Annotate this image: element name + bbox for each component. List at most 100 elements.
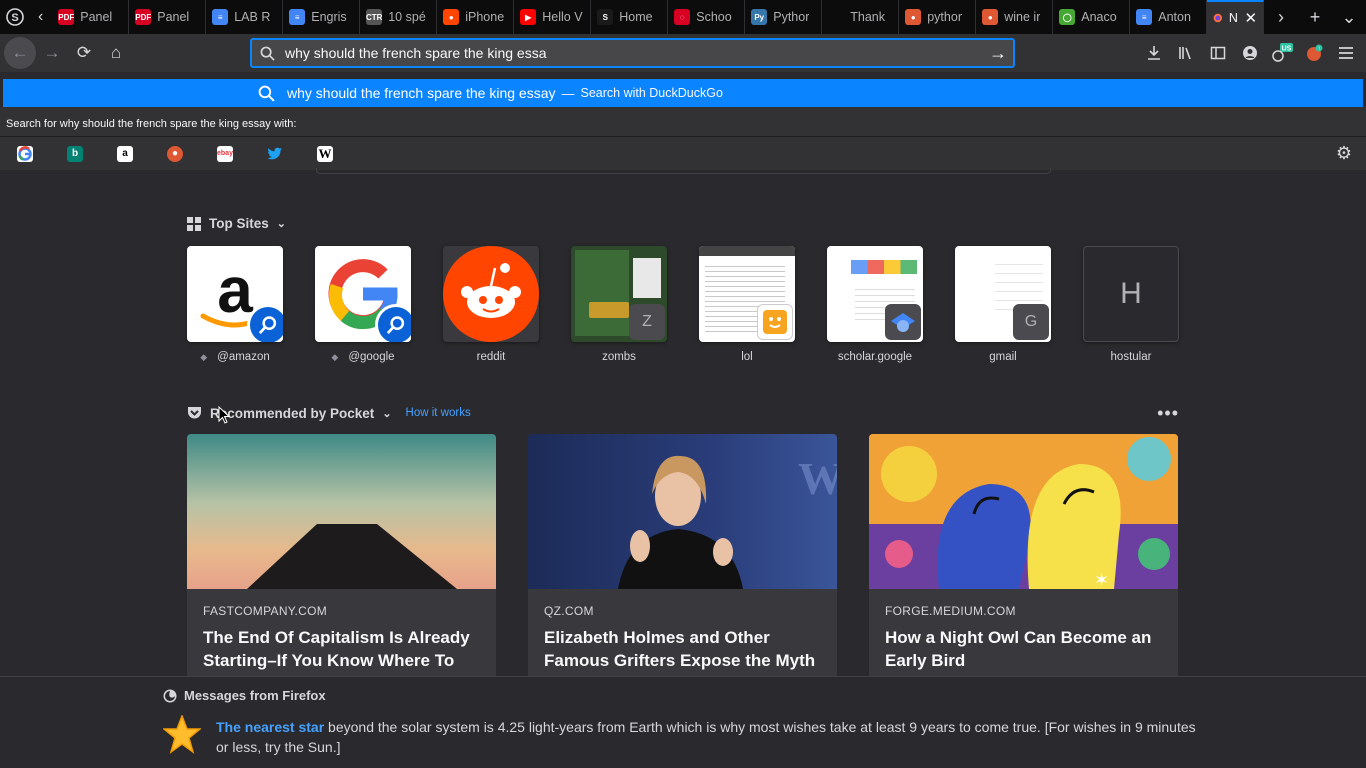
top-sites-header[interactable]: Top Sites ⌄ <box>187 216 286 231</box>
tab-scroll-right-button[interactable]: › <box>1264 0 1298 34</box>
downloads-icon[interactable] <box>1138 37 1170 69</box>
tab-item[interactable]: ≡ Anton <box>1130 0 1208 34</box>
zombs-tile[interactable]: Z <box>571 246 667 342</box>
nearest-star-link[interactable]: The nearest star <box>216 719 324 735</box>
twitter-engine-icon[interactable] <box>267 146 283 162</box>
amazon-engine-icon[interactable]: a <box>117 145 133 162</box>
pocket-card-1[interactable]: FASTCOMPANY.COM The End Of Capitalism Is… <box>187 434 496 694</box>
tab-new-tab[interactable]: Ne ✕ <box>1207 0 1265 34</box>
tab-strip: S ‹ PDF Panel PDF Panel ≡ LAB R ≡ Engris CTR 10 s… <box>0 0 1366 34</box>
pdf-icon: PDF <box>135 9 152 25</box>
amazon-tile[interactable]: a <box>187 246 283 342</box>
tab-item[interactable]: ● wine ir <box>976 0 1054 34</box>
pinned-tab-schoology[interactable]: S <box>0 0 29 34</box>
message-text: The nearest star beyond the solar system… <box>216 717 1206 757</box>
google-tile[interactable] <box>315 246 411 342</box>
scholar-cap-icon <box>885 304 921 340</box>
tab-scroll-left-button[interactable]: ‹ <box>29 0 52 34</box>
lol-tile[interactable] <box>699 246 795 342</box>
hostular-tile[interactable]: H <box>1083 246 1179 342</box>
card-source: FORGE.MEDIUM.COM <box>885 604 1016 618</box>
one-off-search-label: Search for why should the french spare t… <box>0 114 1366 136</box>
tab-item[interactable]: ● iPhone <box>437 0 515 34</box>
tab-item[interactable]: ● pythor <box>899 0 977 34</box>
top-site-hostular[interactable]: H hostular <box>1083 246 1179 363</box>
tab-item[interactable]: ≡ LAB R <box>206 0 284 34</box>
library-icon[interactable] <box>1170 37 1202 69</box>
tab-item[interactable]: ◯ Anaco <box>1053 0 1131 34</box>
how-it-works-link[interactable]: How it works <box>406 407 471 419</box>
card-image: ✶ <box>869 434 1178 589</box>
tab-item[interactable]: S Home <box>591 0 669 34</box>
more-options-icon[interactable]: ••• <box>1157 403 1179 424</box>
tab-item[interactable]: Py Pythor <box>745 0 823 34</box>
pocket-cards: FASTCOMPANY.COM The End Of Capitalism Is… <box>187 434 1178 694</box>
wikipedia-engine-icon[interactable]: W <box>317 145 333 162</box>
gmail-tile[interactable]: G <box>955 246 1051 342</box>
pin-icon: ◆ <box>200 351 208 362</box>
chevron-down-icon[interactable]: ⌄ <box>382 407 391 420</box>
sidebar-icon[interactable] <box>1202 37 1234 69</box>
pdf-icon: PDF <box>58 9 75 25</box>
tab-item[interactable]: ▶ Hello V <box>514 0 592 34</box>
tab-label: Schoo <box>696 10 732 24</box>
chevron-down-icon[interactable]: ⌄ <box>277 217 286 230</box>
url-bar[interactable]: → <box>250 38 1015 68</box>
hamburger-menu-icon[interactable] <box>1330 37 1362 69</box>
search-shortcut-icon <box>375 304 411 342</box>
card-source: QZ.COM <box>544 604 594 618</box>
search-icon <box>258 85 275 102</box>
top-site-google[interactable]: ◆ @google <box>315 246 411 363</box>
ebay-engine-icon[interactable]: ebay <box>217 145 233 162</box>
scholar-google-tile[interactable] <box>827 246 923 342</box>
bing-engine-icon[interactable]: b <box>67 145 83 162</box>
search-suggestion-row[interactable]: why should the french spare the king ess… <box>3 79 1363 107</box>
svg-text:WS: WS <box>798 453 837 504</box>
top-sites-grid: a ◆ @amazon ◆ @google reddit Z zombs lol… <box>187 246 1179 363</box>
top-site-amazon[interactable]: a ◆ @amazon <box>187 246 283 363</box>
pocket-icon <box>188 407 201 419</box>
svg-text:↑: ↑ <box>1318 46 1321 52</box>
reddit-icon: ● <box>443 9 460 25</box>
tab-label: Hello V <box>542 10 583 24</box>
tab-label: Panel <box>80 10 113 24</box>
tab-item[interactable]: ≡ Engris <box>283 0 361 34</box>
tab-label: Pythor <box>773 10 810 24</box>
top-site-zombs[interactable]: Z zombs <box>571 246 667 363</box>
forward-button[interactable]: → <box>36 37 68 69</box>
all-tabs-chevron-down-icon[interactable]: ⌄ <box>1332 0 1366 34</box>
new-tab-button[interactable]: + <box>1298 0 1332 34</box>
duckduckgo-extension-icon[interactable]: ↑ <box>1298 37 1330 69</box>
go-arrow-icon[interactable]: → <box>983 43 1013 64</box>
top-site-reddit[interactable]: reddit <box>443 246 539 363</box>
gear-icon[interactable]: ⚙ <box>1336 143 1352 164</box>
tab-item[interactable]: PDF Panel <box>129 0 207 34</box>
top-site-scholar-google[interactable]: scholar.google <box>827 246 923 363</box>
url-input[interactable] <box>285 45 983 61</box>
navigation-toolbar: ← → ⟳ ⌂ → US ↑ <box>0 34 1366 72</box>
tab-item[interactable]: Thank <box>822 0 900 34</box>
loading-icon: ◌ <box>674 9 691 25</box>
svg-text:✶: ✶ <box>1094 570 1109 589</box>
close-tab-icon[interactable]: ✕ <box>1244 9 1257 27</box>
tab-item[interactable]: CTR 10 spé <box>360 0 438 34</box>
speaker-photo: WS <box>618 453 837 589</box>
pocket-card-3[interactable]: ✶ FORGE.MEDIUM.COM How a Night Owl Can B… <box>869 434 1178 694</box>
card-source: FASTCOMPANY.COM <box>203 604 328 618</box>
back-button[interactable]: ← <box>4 37 36 69</box>
pocket-card-2[interactable]: WS QZ.COM Elizabeth Holmes and Other Fam… <box>528 434 837 694</box>
top-site-gmail[interactable]: G gmail <box>955 246 1051 363</box>
tab-item[interactable]: ◌ Schoo <box>668 0 746 34</box>
top-site-lol[interactable]: lol <box>699 246 795 363</box>
docs-icon: ≡ <box>289 9 306 25</box>
vpn-extension-icon[interactable]: US <box>1266 37 1298 69</box>
reddit-tile[interactable] <box>443 246 539 342</box>
home-button[interactable]: ⌂ <box>100 37 132 69</box>
top-site-label: scholar.google <box>837 351 913 363</box>
account-icon[interactable] <box>1234 37 1266 69</box>
tab-item[interactable]: PDF Panel <box>52 0 130 34</box>
reload-button[interactable]: ⟳ <box>68 37 100 69</box>
google-engine-icon[interactable] <box>17 145 33 162</box>
duckduckgo-engine-icon[interactable]: ● <box>167 145 183 162</box>
search-box-edge <box>316 168 1051 174</box>
